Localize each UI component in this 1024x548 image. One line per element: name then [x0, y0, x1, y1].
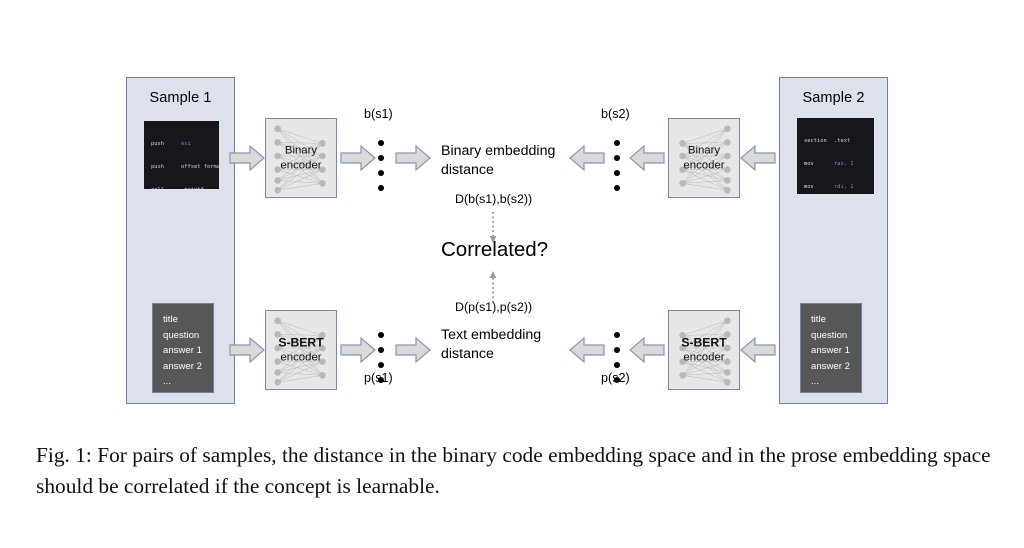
prose-line: ...: [811, 376, 819, 387]
arrow-embedding-left-to-text-distance: [395, 336, 431, 364]
text-distance-line1: Text embedding: [441, 327, 542, 343]
encoder-label-line2: encoder: [683, 159, 725, 171]
prose-line: question: [163, 329, 200, 341]
arrow-sample1-to-binary-encoder: [229, 144, 265, 172]
prose-line: answer 1: [163, 345, 202, 356]
prose-line: title: [163, 314, 178, 325]
encoder-label-line1: S-BERT: [681, 335, 727, 350]
encoder-label-line1: Binary: [284, 144, 318, 157]
binary-embedding-vector-right: [614, 140, 620, 191]
sample-1-prose-block: title question answer 1 answer 2 ...: [152, 303, 214, 393]
code-mnemonic: mov: [804, 183, 814, 190]
arrow-sbert-encoder-to-embedding-left: [340, 336, 376, 364]
binary-embedding-vector-left: [378, 140, 384, 191]
code-line: mov rdi, 1: [804, 184, 868, 192]
encoder-label-line2: encoder: [280, 159, 322, 171]
binary-encoder-left-label: Binary encoder: [266, 144, 336, 173]
prose-line: answer 1: [811, 345, 850, 356]
prose-line: ...: [163, 376, 171, 387]
code-operands: offset format: [181, 163, 219, 170]
code-mnemonic: push: [151, 141, 164, 148]
code-line: mov rax, 1: [804, 161, 868, 169]
code-operands: _printf: [181, 187, 204, 189]
prose-line: answer 2: [163, 360, 202, 372]
code-mnemonic: mov: [804, 160, 814, 167]
text-distance-line2: distance: [441, 346, 494, 362]
binary-distance-line1: Binary embedding: [441, 143, 556, 159]
encoder-label-line1: S-BERT: [278, 335, 324, 350]
binary-encoder-right-label: Binary encoder: [669, 144, 739, 173]
code-operands: rax, 1: [834, 160, 854, 167]
code-operands: .text: [834, 138, 851, 145]
code-line: push offset format: [151, 163, 219, 172]
binary-embedding-left-label: b(s1): [364, 107, 393, 121]
arrow-embedding-right-to-text-distance: [569, 336, 605, 364]
text-embedding-right-label: p(s2): [601, 371, 630, 385]
arrow-prose2-to-sbert-encoder: [740, 336, 776, 364]
prose-line: title: [811, 314, 826, 325]
code-operands: rdi, 1: [834, 183, 854, 190]
arrow-embedding-right-to-binary-distance: [569, 144, 605, 172]
encoder-label-line1: Binary: [687, 144, 721, 157]
arrow-sbert-encoder-to-embedding-right: [629, 336, 665, 364]
binary-distance-formula: D(b(s1),b(s2)): [455, 192, 533, 206]
code-mnemonic: push: [151, 163, 164, 170]
text-distance-formula: D(p(s1),p(s2)): [455, 300, 533, 314]
arrow-binary-encoder-to-embedding-left: [340, 144, 376, 172]
binary-encoder-left: Binary encoder: [265, 118, 337, 198]
binary-embedding-right-label: b(s2): [601, 107, 630, 121]
encoder-label-line2: encoder: [280, 351, 322, 363]
code-line: push esi: [151, 141, 213, 149]
arrow-embedding-left-to-binary-distance: [395, 144, 431, 172]
prose-line: answer 2: [811, 360, 850, 372]
prose-line: question: [811, 329, 848, 341]
sbert-encoder-right: S-BERT encoder: [668, 310, 740, 390]
code-mnemonic: section: [804, 138, 827, 145]
sbert-encoder-left-label: S-BERT encoder: [266, 336, 336, 365]
encoder-label-line2: encoder: [683, 351, 725, 363]
sample-2-title: Sample 2: [802, 90, 865, 106]
code-line: call_printf: [151, 187, 213, 189]
sbert-encoder-right-label: S-BERT encoder: [669, 336, 739, 365]
code-line: section .text: [804, 138, 868, 146]
sample-1-title: Sample 1: [149, 90, 212, 106]
binary-encoder-right: Binary encoder: [668, 118, 740, 198]
text-embedding-left-label: p(s1): [364, 371, 393, 385]
binary-embedding-distance-title: Binary embedding distance: [441, 142, 555, 180]
figure-container: Sample 1 push esi push offset format call_…: [0, 0, 1024, 548]
sbert-encoder-left: S-BERT encoder: [265, 310, 337, 390]
sample-2-code-block: section.text movrax, 1 movrdi, 1 movrsi,…: [797, 118, 874, 194]
figure-caption: Fig. 1: For pairs of samples, the distan…: [36, 443, 991, 498]
dotted-arrow-text-to-correlated: [487, 270, 499, 302]
arrow-sample2-to-binary-encoder: [740, 144, 776, 172]
text-embedding-distance-title: Text embedding distance: [441, 326, 541, 364]
dotted-arrow-binary-to-correlated: [487, 212, 499, 244]
arrow-binary-encoder-to-embedding-right: [629, 144, 665, 172]
arrow-prose1-to-sbert-encoder: [229, 336, 265, 364]
binary-distance-line2: distance: [441, 162, 494, 178]
sample-2-prose-block: title question answer 1 answer 2 ...: [800, 303, 862, 393]
sample-1-code-block: pushesi pushoffset format call_printf ad…: [144, 121, 219, 189]
code-mnemonic: call: [151, 187, 181, 189]
code-operands: esi: [181, 141, 191, 148]
